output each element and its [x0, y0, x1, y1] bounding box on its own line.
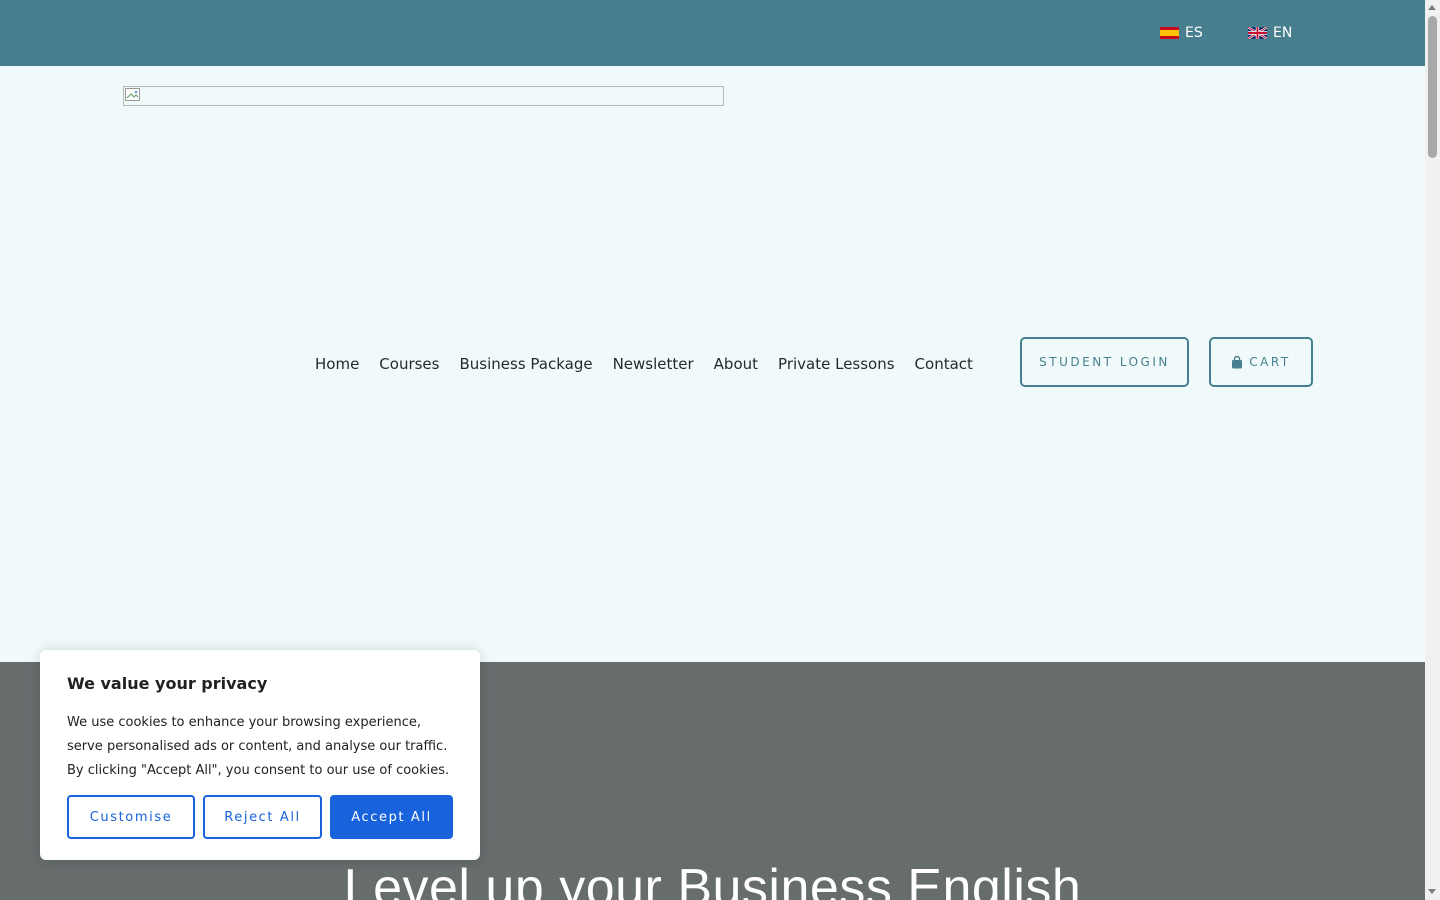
- cookie-title: We value your privacy: [67, 674, 268, 693]
- customise-button[interactable]: Customise: [67, 795, 195, 839]
- nav-private-lessons[interactable]: Private Lessons: [778, 355, 895, 373]
- spain-flag-icon: [1160, 27, 1179, 39]
- cookie-consent-banner: We value your privacy We use cookies to …: [40, 650, 480, 860]
- reject-all-label: Reject All: [224, 809, 301, 825]
- site-header: Home Courses Business Package Newsletter…: [0, 66, 1425, 662]
- nav-contact[interactable]: Contact: [915, 355, 973, 373]
- language-es-label: ES: [1185, 25, 1203, 41]
- site-logo-broken-image[interactable]: [123, 86, 724, 106]
- cart-button[interactable]: CART: [1209, 337, 1313, 387]
- top-bar: ES EN: [0, 0, 1425, 66]
- page-scrollbar[interactable]: [1425, 0, 1440, 900]
- hero-title: Level up your Business English: [343, 859, 1082, 900]
- student-login-button[interactable]: STUDENT LOGIN: [1020, 337, 1189, 387]
- nav-newsletter[interactable]: Newsletter: [613, 355, 694, 373]
- language-en-label: EN: [1273, 25, 1293, 41]
- main-nav: Home Courses Business Package Newsletter…: [315, 355, 973, 373]
- language-en[interactable]: EN: [1248, 22, 1292, 44]
- scroll-thumb[interactable]: [1428, 16, 1437, 158]
- broken-image-icon: [125, 88, 140, 101]
- accept-all-label: Accept All: [351, 809, 432, 825]
- uk-flag-icon: [1248, 27, 1267, 39]
- nav-home[interactable]: Home: [315, 355, 359, 373]
- nav-business-package[interactable]: Business Package: [459, 355, 592, 373]
- student-login-label: STUDENT LOGIN: [1039, 355, 1170, 369]
- reject-all-button[interactable]: Reject All: [203, 795, 322, 839]
- scroll-up-icon[interactable]: [1428, 5, 1436, 10]
- scroll-down-icon[interactable]: [1428, 889, 1436, 894]
- cookie-description: We use cookies to enhance your browsing …: [67, 715, 450, 778]
- cookie-actions: Customise Reject All Accept All: [67, 795, 453, 839]
- shopping-bag-icon: [1232, 355, 1243, 368]
- nav-courses[interactable]: Courses: [379, 355, 439, 373]
- customise-label: Customise: [89, 809, 173, 825]
- language-es[interactable]: ES: [1160, 22, 1203, 44]
- nav-about[interactable]: About: [714, 355, 758, 373]
- cart-label: CART: [1249, 355, 1291, 369]
- accept-all-button[interactable]: Accept All: [330, 795, 453, 839]
